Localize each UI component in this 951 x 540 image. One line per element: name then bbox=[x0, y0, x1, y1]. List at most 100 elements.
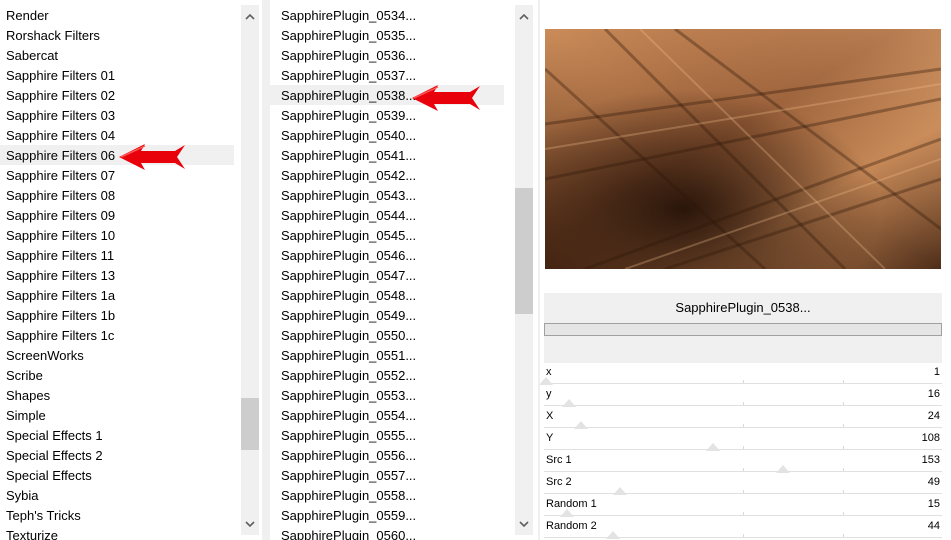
slider-thumb[interactable] bbox=[574, 421, 588, 429]
parameter-label: Random 1 bbox=[546, 498, 597, 510]
parameter-track[interactable] bbox=[544, 515, 942, 516]
category-scroll-thumb[interactable] bbox=[241, 398, 259, 450]
parameter-slider[interactable]: X 24 bbox=[544, 408, 942, 430]
parameter-slider[interactable]: Src 1 153 bbox=[544, 452, 942, 474]
parameter-value: 1 bbox=[933, 366, 940, 378]
category-item[interactable]: Sapphire Filters 1b bbox=[0, 305, 234, 325]
category-item[interactable]: Sapphire Filters 01 bbox=[0, 65, 234, 85]
category-item[interactable]: Sabercat bbox=[0, 45, 234, 65]
parameter-label: Y bbox=[546, 432, 554, 444]
filter-item[interactable]: SapphirePlugin_0551... bbox=[270, 345, 504, 365]
category-item[interactable]: ScreenWorks bbox=[0, 345, 234, 365]
filter-scroll-thumb[interactable] bbox=[515, 188, 533, 314]
filter-item[interactable]: SapphirePlugin_0550... bbox=[270, 325, 504, 345]
parameter-track[interactable] bbox=[544, 449, 942, 450]
category-item[interactable]: Rorshack Filters bbox=[0, 25, 234, 45]
category-item[interactable]: Sapphire Filters 1c bbox=[0, 325, 234, 345]
category-item[interactable]: Sapphire Filters 13 bbox=[0, 265, 234, 285]
filter-item[interactable]: SapphirePlugin_0545... bbox=[270, 225, 504, 245]
parameter-slider[interactable]: Random 2 44 bbox=[544, 518, 942, 540]
parameter-slider[interactable]: y 16 bbox=[544, 386, 942, 408]
parameter-value: 49 bbox=[927, 476, 940, 488]
chevron-down-icon[interactable] bbox=[515, 513, 533, 535]
slider-thumb[interactable] bbox=[706, 443, 720, 451]
category-item[interactable]: Sapphire Filters 09 bbox=[0, 205, 234, 225]
filter-item[interactable]: SapphirePlugin_0547... bbox=[270, 265, 504, 285]
category-item[interactable]: Sybia bbox=[0, 485, 234, 505]
category-item[interactable]: Scribe bbox=[0, 365, 234, 385]
parameter-track[interactable] bbox=[544, 537, 942, 538]
filter-item[interactable]: SapphirePlugin_0536... bbox=[270, 45, 504, 65]
parameter-track[interactable] bbox=[544, 493, 942, 494]
parameter-slider[interactable]: Src 2 49 bbox=[544, 474, 942, 496]
category-item[interactable]: Sapphire Filters 02 bbox=[0, 85, 234, 105]
filter-preview-image bbox=[545, 29, 941, 269]
category-item[interactable]: Special Effects 1 bbox=[0, 425, 234, 445]
filter-item[interactable]: SapphirePlugin_0556... bbox=[270, 445, 504, 465]
preset-name: SapphirePlugin_0538... bbox=[675, 300, 811, 315]
filter-item[interactable]: SapphirePlugin_0557... bbox=[270, 465, 504, 485]
parameter-value: 24 bbox=[927, 410, 940, 422]
filter-item[interactable]: SapphirePlugin_0540... bbox=[270, 125, 504, 145]
filter-item[interactable]: SapphirePlugin_0560... bbox=[270, 525, 504, 540]
parameter-value: 153 bbox=[921, 454, 940, 466]
slider-thumb[interactable] bbox=[606, 531, 620, 539]
parameter-value: 44 bbox=[927, 520, 940, 532]
filter-item[interactable]: SapphirePlugin_0535... bbox=[270, 25, 504, 45]
category-list[interactable]: Render Rorshack Filters Sabercat Sapphire F… bbox=[0, 5, 262, 540]
category-item[interactable]: Simple bbox=[0, 405, 234, 425]
category-item[interactable]: Render bbox=[0, 5, 234, 25]
category-item[interactable]: Sapphire Filters 04 bbox=[0, 125, 234, 145]
parameter-slider[interactable]: Y 108 bbox=[544, 430, 942, 452]
filter-item[interactable]: SapphirePlugin_0555... bbox=[270, 425, 504, 445]
category-item[interactable]: Sapphire Filters 11 bbox=[0, 245, 234, 265]
category-scrollbar[interactable] bbox=[241, 5, 259, 535]
category-item[interactable]: Special Effects 2 bbox=[0, 445, 234, 465]
filter-item[interactable]: SapphirePlugin_0554... bbox=[270, 405, 504, 425]
parameter-value: 108 bbox=[921, 432, 940, 444]
filter-settings-panel: SapphirePlugin_0538... x 1 y 16 X 24 Y 108 Src 1… bbox=[539, 0, 951, 540]
category-item[interactable]: Texturize bbox=[0, 525, 234, 540]
chevron-down-icon[interactable] bbox=[241, 513, 259, 535]
filter-item[interactable]: SapphirePlugin_0552... bbox=[270, 365, 504, 385]
parameter-track[interactable] bbox=[544, 427, 942, 428]
preset-slider[interactable] bbox=[544, 323, 942, 336]
category-item[interactable]: Sapphire Filters 08 bbox=[0, 185, 234, 205]
parameter-label: Src 1 bbox=[546, 454, 572, 466]
parameter-label: Random 2 bbox=[546, 520, 597, 532]
parameter-label: X bbox=[546, 410, 554, 422]
filter-item[interactable]: SapphirePlugin_0553... bbox=[270, 385, 504, 405]
slider-thumb[interactable] bbox=[776, 465, 790, 473]
category-item[interactable]: Sapphire Filters 10 bbox=[0, 225, 234, 245]
parameter-track[interactable] bbox=[544, 383, 942, 384]
slider-thumb[interactable] bbox=[562, 399, 576, 407]
filter-item[interactable]: SapphirePlugin_0534... bbox=[270, 5, 504, 25]
filter-scrollbar[interactable] bbox=[515, 5, 533, 535]
parameter-value: 15 bbox=[927, 498, 940, 510]
category-item[interactable]: Special Effects bbox=[0, 465, 234, 485]
chevron-up-icon[interactable] bbox=[515, 5, 533, 27]
filter-item[interactable]: SapphirePlugin_0546... bbox=[270, 245, 504, 265]
category-item[interactable]: Teph's Tricks bbox=[0, 505, 234, 525]
category-item[interactable]: Shapes bbox=[0, 385, 234, 405]
category-item[interactable]: Sapphire Filters 03 bbox=[0, 105, 234, 125]
filter-item[interactable]: SapphirePlugin_0543... bbox=[270, 185, 504, 205]
filter-item[interactable]: SapphirePlugin_0559... bbox=[270, 505, 504, 525]
slider-thumb[interactable] bbox=[613, 487, 627, 495]
parameter-track[interactable] bbox=[544, 405, 942, 406]
filter-item[interactable]: SapphirePlugin_0537... bbox=[270, 65, 504, 85]
filter-item[interactable]: SapphirePlugin_0544... bbox=[270, 205, 504, 225]
filter-item[interactable]: SapphirePlugin_0542... bbox=[270, 165, 504, 185]
parameter-slider[interactable]: x1 bbox=[539, 364, 942, 386]
parameter-track[interactable] bbox=[544, 471, 942, 472]
parameter-slider[interactable]: Random 1 15 bbox=[544, 496, 942, 518]
filter-list-panel: SapphirePlugin_0534... SapphirePlugin_053… bbox=[270, 0, 538, 540]
chevron-up-icon[interactable] bbox=[241, 5, 259, 27]
filter-item[interactable]: SapphirePlugin_0558... bbox=[270, 485, 504, 505]
filter-item[interactable]: SapphirePlugin_0549... bbox=[270, 305, 504, 325]
parameter-label: y bbox=[546, 388, 552, 400]
category-item[interactable]: Sapphire Filters 1a bbox=[0, 285, 234, 305]
filter-item[interactable]: SapphirePlugin_0548... bbox=[270, 285, 504, 305]
filter-item[interactable]: SapphirePlugin_0541... bbox=[270, 145, 504, 165]
filter-list[interactable]: SapphirePlugin_0534... SapphirePlugin_053… bbox=[270, 5, 538, 540]
